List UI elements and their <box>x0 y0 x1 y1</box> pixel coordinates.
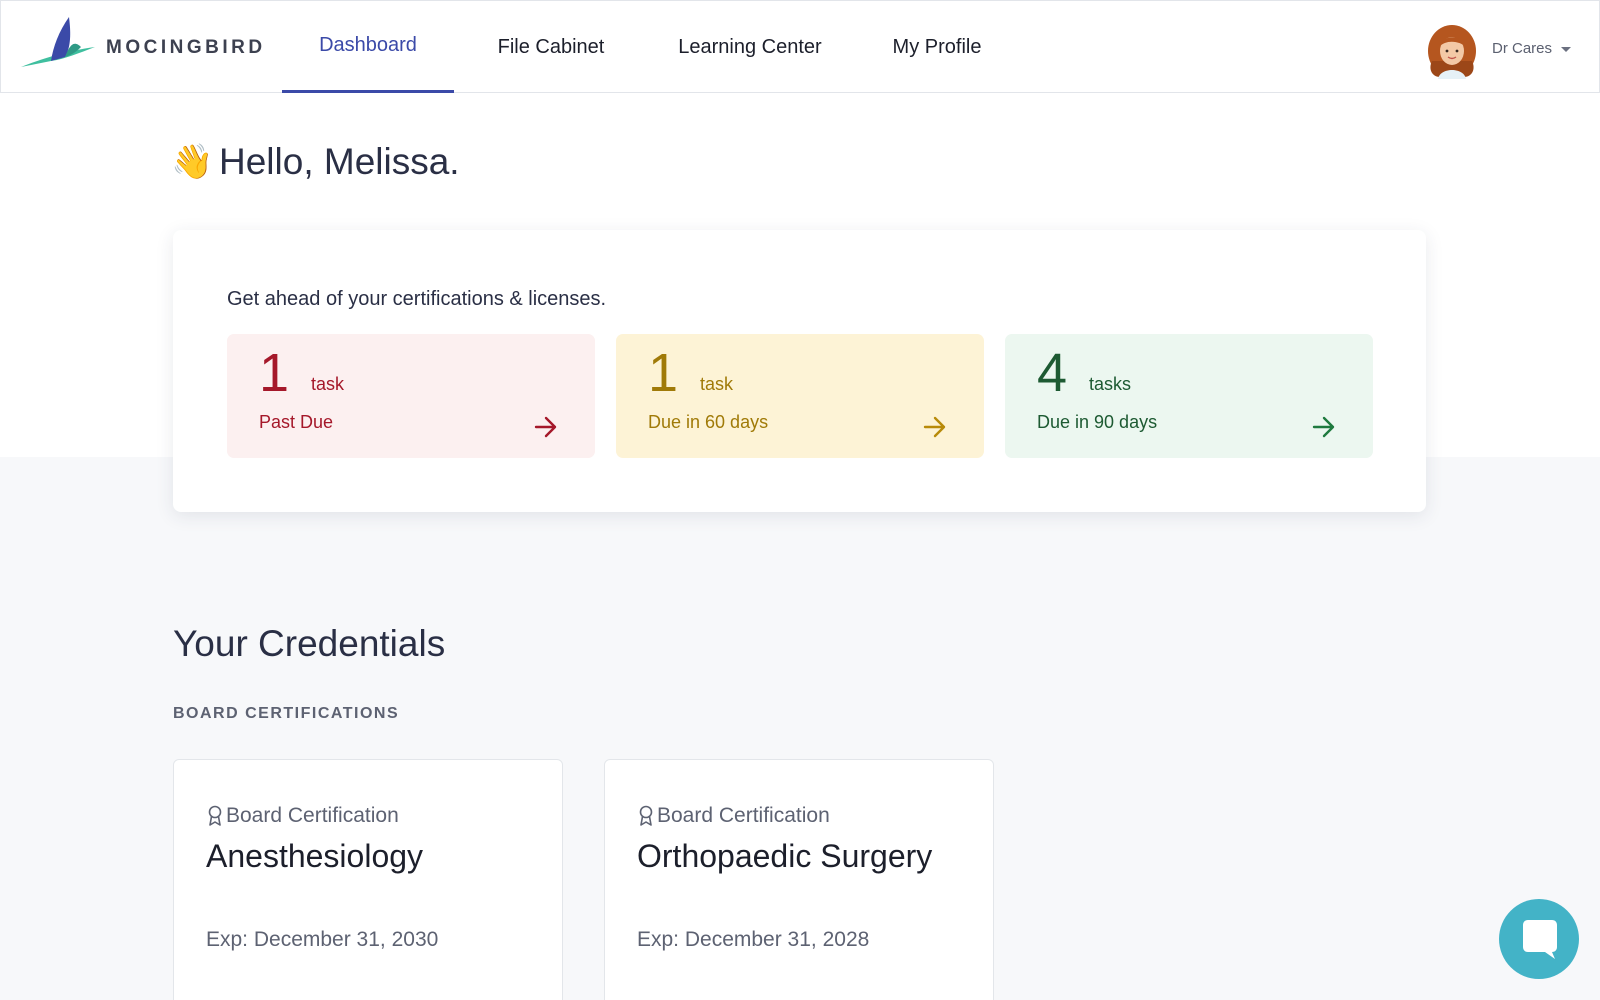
credential-name: Orthopaedic Surgery <box>637 838 933 874</box>
mocingbird-logo-icon[interactable] <box>21 17 95 69</box>
credential-card[interactable]: Board Certification Orthopaedic Surgery … <box>604 759 994 1000</box>
nav-dashboard[interactable]: Dashboard <box>282 1 454 93</box>
arrow-right-icon[interactable] <box>1311 414 1337 440</box>
task-count: 1 <box>648 343 679 403</box>
task-label: Due in 60 days <box>648 412 769 432</box>
board-certifications-label: BOARD CERTIFICATIONS <box>173 705 400 722</box>
task-tile-due-90[interactable]: 4 tasks Due in 90 days <box>1005 334 1373 458</box>
nav-learning-center[interactable]: Learning Center <box>648 1 852 93</box>
chat-bubble-icon <box>1523 920 1557 959</box>
credential-expiry: Exp: December 31, 2028 <box>637 928 870 951</box>
task-count: 4 <box>1037 343 1068 403</box>
top-navbar: MOCINGBIRD Dashboard File Cabinet Learni… <box>0 0 1600 93</box>
task-tile-past-due[interactable]: 1 task Past Due <box>227 334 595 458</box>
nav-file-cabinet[interactable]: File Cabinet <box>454 1 648 93</box>
task-label: Due in 90 days <box>1037 412 1158 432</box>
main-nav: Dashboard File Cabinet Learning Center M… <box>282 1 1022 93</box>
chat-button[interactable] <box>1499 899 1579 979</box>
task-unit: task <box>311 374 345 394</box>
credential-type-label: Board Certification <box>657 804 830 827</box>
credential-name: Anesthesiology <box>206 838 424 874</box>
task-unit: task <box>700 374 734 394</box>
credential-type-label: Board Certification <box>226 804 399 827</box>
arrow-right-icon[interactable] <box>533 414 559 440</box>
nav-my-profile[interactable]: My Profile <box>852 1 1022 93</box>
brand-name: MOCINGBIRD <box>106 37 266 58</box>
task-unit: tasks <box>1089 374 1132 394</box>
task-summary-card: Get ahead of your certifications & licen… <box>173 230 1426 512</box>
avatar-woman-icon[interactable] <box>1426 23 1478 79</box>
waving-hand-icon: 👋 <box>171 143 214 181</box>
greeting-text: Hello, Melissa. <box>219 141 460 182</box>
task-count: 1 <box>259 343 290 403</box>
credentials-title: Your Credentials <box>173 623 446 664</box>
task-summary-heading: Get ahead of your certifications & licen… <box>227 288 607 310</box>
task-tile-due-60[interactable]: 1 task Due in 60 days <box>616 334 984 458</box>
credential-type: Board Certification <box>206 804 399 828</box>
chevron-down-icon[interactable] <box>1561 47 1571 52</box>
arrow-right-icon[interactable] <box>922 414 948 440</box>
user-menu-name[interactable]: Dr Cares <box>1492 40 1552 57</box>
award-ribbon-icon <box>639 805 653 826</box>
credential-type: Board Certification <box>637 804 830 828</box>
credential-card[interactable]: Board Certification Anesthesiology Exp: … <box>173 759 563 1000</box>
task-label: Past Due <box>259 412 334 432</box>
credential-expiry: Exp: December 31, 2030 <box>206 928 439 951</box>
award-ribbon-icon <box>208 805 222 826</box>
greeting: 👋 Hello, Melissa. <box>171 140 460 184</box>
